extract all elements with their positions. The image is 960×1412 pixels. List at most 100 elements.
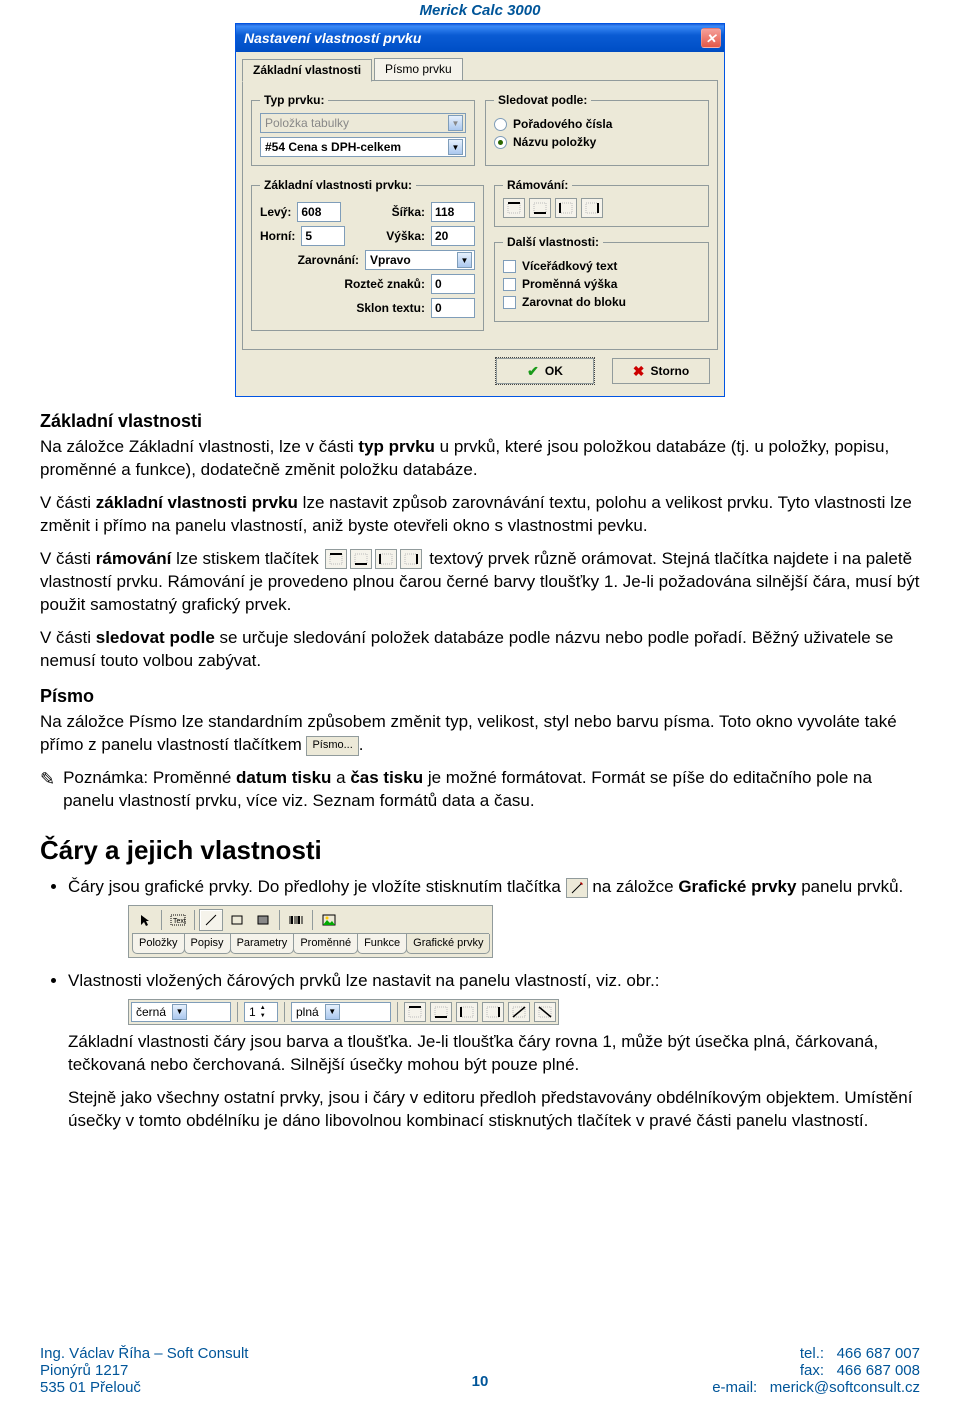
sirka-label: Šířka: [392,205,425,219]
rect-icon [225,909,249,931]
footer-email-label: e-mail: [712,1379,757,1396]
text: a [331,768,350,787]
dialog-window: Nastavení vlastností prvku ✕ Základní vl… [235,23,725,397]
sledovat-legend: Sledovat podle: [494,93,591,107]
chk-zarovnat-blok[interactable] [503,296,516,309]
close-icon[interactable]: ✕ [701,28,721,48]
check-icon: ✔ [527,363,539,380]
text: Čáry jsou grafické prvky. Do předlohy je… [68,877,566,896]
border-right-icon [400,549,422,569]
hand-icon: ✎ [40,769,55,790]
dalsi-legend: Další vlastnosti: [503,235,603,249]
horni-input[interactable] [301,226,345,246]
text: lze stiskem tlačítek [171,549,323,568]
chevron-down-icon[interactable]: ▼ [448,139,463,155]
radio-label-nazev: Názvu položky [513,135,596,149]
typ-prvku-select[interactable]: #54 Cena s DPH-celkem ▼ [260,137,466,157]
sklon-input[interactable] [431,298,475,318]
line-style-select: plná▼ [291,1002,391,1022]
storno-button[interactable]: ✖ Storno [612,358,710,384]
image-icon [317,909,341,931]
border-bottom-button[interactable] [529,198,551,218]
text-strong: rámování [96,549,172,568]
footer-street: Pionýrů 1217 [40,1362,128,1379]
chk-label-viceradkovy: Víceřádkový text [522,259,617,273]
text-strong: datum tisku [236,768,331,787]
filled-rect-icon [251,909,275,931]
note-text: Poznámka: Proměnné datum tisku a čas tis… [63,767,920,813]
page-header: Merick Calc 3000 [40,0,920,23]
zarovnani-label: Zarovnání: [298,253,359,267]
line-tool-icon [566,878,588,898]
text-strong: sledovat podle [96,628,215,647]
typ-prvku-disabled-value: Položka tabulky [265,116,349,130]
bottom-tab-funkce: Funkce [357,934,407,954]
text: Poznámka: Proměnné [63,768,236,787]
paragraph: Stejně jako všechny ostatní prvky, jsou … [68,1087,920,1133]
levy-label: Levý: [260,205,291,219]
text: Na záložce Základní vlastnosti, lze v čá… [40,437,358,456]
titlebar-text: Nastavení vlastností prvku [244,30,701,46]
text: na záložce [592,877,678,896]
list-item: Vlastnosti vložených čárových prvků lze … [68,970,920,1133]
radio-poradove-cislo[interactable] [494,118,507,131]
footer-fax: 466 687 008 [837,1362,920,1379]
border-top-icon [404,1002,426,1022]
text-strong: Grafické prvky [678,877,796,896]
svg-text:Text: Text [173,918,186,925]
inline-border-buttons [325,549,422,569]
zarovnani-value: Vpravo [370,253,411,267]
dialog-tabstrip: Základní vlastnosti Písmo prvku [242,58,718,81]
levy-input[interactable] [297,202,341,222]
sklon-label: Sklon textu: [356,301,425,315]
chk-label-promenna: Proměnná výška [522,277,617,291]
roztec-input[interactable] [431,274,475,294]
tab-pismo-prvku[interactable]: Písmo prvku [374,58,463,80]
diag2-icon [534,1002,556,1022]
line-properties-toolbar: černá▼ 1▲▼ plná▼ [128,999,559,1025]
bottom-tab-parametry: Parametry [230,934,295,954]
border-bottom-icon [350,549,372,569]
ok-button[interactable]: ✔ OK [496,358,594,384]
chk-viceradkovy[interactable] [503,260,516,273]
border-right-icon [482,1002,504,1022]
border-top-button[interactable] [503,198,525,218]
pointer-icon [133,909,157,931]
vyska-input[interactable] [431,226,475,246]
text: Na záložce Písmo lze standardním způsobe… [40,712,897,754]
paragraph: V části sledovat podle se určuje sledová… [40,627,920,673]
sirka-input[interactable] [431,202,475,222]
border-bottom-icon [430,1002,452,1022]
list-item: Čáry jsou grafické prvky. Do předlohy je… [68,876,920,958]
note: ✎ Poznámka: Proměnné datum tisku a čas t… [40,767,920,813]
line-color-select: černá▼ [131,1002,231,1022]
footer-fax-label: fax: [800,1362,824,1379]
titlebar[interactable]: Nastavení vlastností prvku ✕ [236,24,724,52]
toolbar-graficke-prvky: Text Položky Popisy [128,905,493,958]
line-width-select: 1▲▼ [244,1002,278,1022]
text: V části [40,549,96,568]
chevron-down-icon: ▼ [325,1004,340,1020]
diag1-icon [508,1002,530,1022]
radio-nazev-polozky[interactable] [494,136,507,149]
typ-prvku-legend: Typ prvku: [260,93,328,107]
pismo-button-inline: Písmo... [306,736,358,756]
tab-zakladni-vlastnosti[interactable]: Základní vlastnosti [242,59,372,82]
chevron-down-icon[interactable]: ▼ [457,252,472,268]
chk-promenna-vyska[interactable] [503,278,516,291]
roztec-label: Rozteč znaků: [344,277,425,291]
heading-zakladni-vlastnosti: Základní vlastnosti [40,411,920,432]
footer-city: 535 01 Přelouč [40,1379,141,1396]
page-footer: Ing. Václav Říha – Soft Consulttel.: 466… [40,1345,920,1396]
text: V části [40,493,96,512]
paragraph: Základní vlastnosti čáry jsou barva a tl… [68,1031,920,1077]
border-left-button[interactable] [555,198,577,218]
border-right-button[interactable] [581,198,603,218]
zarovnani-select[interactable]: Vpravo ▼ [365,250,475,270]
paragraph: V části rámování lze stiskem tlačítek te… [40,548,920,617]
typ-prvku-value: #54 Cena s DPH-celkem [265,140,401,154]
chevron-down-icon: ▼ [448,115,463,131]
footer-email: merick@softconsult.cz [770,1379,920,1396]
border-top-icon [325,549,347,569]
text: panelu prvků. [796,877,903,896]
